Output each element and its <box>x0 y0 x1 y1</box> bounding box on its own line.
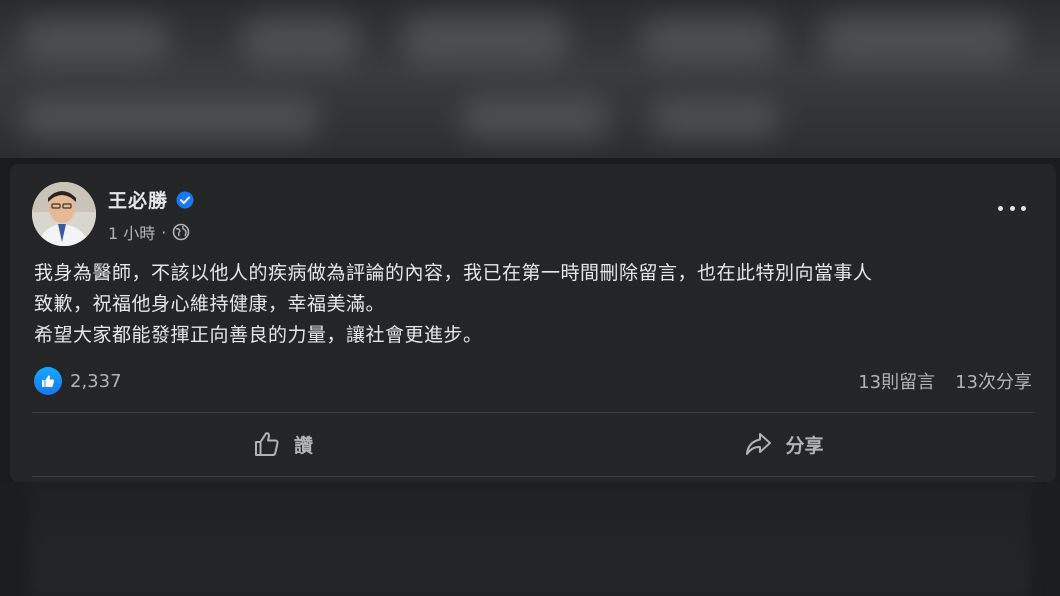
author-row: 王必勝 <box>108 186 194 213</box>
reactions-summary: 2,337 13則留言 13次分享 <box>34 366 1032 396</box>
post-actions: 讚 分享 <box>32 416 1034 472</box>
post-meta: 1 小時 · <box>108 220 190 244</box>
blurred-background-top <box>0 0 1060 158</box>
blurred-background-bottom <box>0 482 1060 596</box>
screenshot-stage: 王必勝 1 小時 · 我身為醫師，不該以他人的疾病做為評論的內容，我已在第一時間… <box>0 0 1060 596</box>
like-button[interactable]: 讚 <box>32 416 533 472</box>
meta-separator: · <box>161 222 167 242</box>
share-button[interactable]: 分享 <box>533 416 1034 472</box>
share-button-label: 分享 <box>785 434 824 457</box>
avatar[interactable] <box>32 182 96 246</box>
post-text-line: 希望大家都能發揮正向善良的力量，讓社會更進步。 <box>34 324 483 346</box>
like-button-label: 讚 <box>293 434 313 457</box>
post-body: 我身為醫師，不該以他人的疾病做為評論的內容，我已在第一時間刪除留言，也在此特別向… <box>34 258 1044 351</box>
post-card: 王必勝 1 小時 · 我身為醫師，不該以他人的疾病做為評論的內容，我已在第一時間… <box>10 164 1056 482</box>
verified-badge-icon <box>176 191 194 208</box>
engagement-counts: 13則留言 13次分享 <box>858 368 1032 394</box>
reaction-count-group[interactable]: 2,337 <box>34 367 122 395</box>
post-text-line: 致歉，祝福他身心維持健康，幸福美滿。 <box>34 293 386 315</box>
post-text-line: 我身為醫師，不該以他人的疾病做為評論的內容，我已在第一時間刪除留言，也在此特別向… <box>34 262 873 284</box>
divider <box>32 412 1034 413</box>
like-reaction-icon <box>34 367 62 395</box>
thumbs-up-icon <box>254 432 279 456</box>
comments-count[interactable]: 13則留言 <box>858 368 935 394</box>
author-name[interactable]: 王必勝 <box>108 186 168 213</box>
more-options-icon[interactable] <box>998 200 1026 216</box>
avatar-image <box>32 182 96 246</box>
share-arrow-icon <box>746 433 772 455</box>
shares-count[interactable]: 13次分享 <box>955 368 1032 394</box>
post-timestamp[interactable]: 1 小時 <box>108 220 155 244</box>
divider <box>32 476 1034 477</box>
globe-icon[interactable] <box>172 223 190 241</box>
reaction-count: 2,337 <box>70 370 122 392</box>
